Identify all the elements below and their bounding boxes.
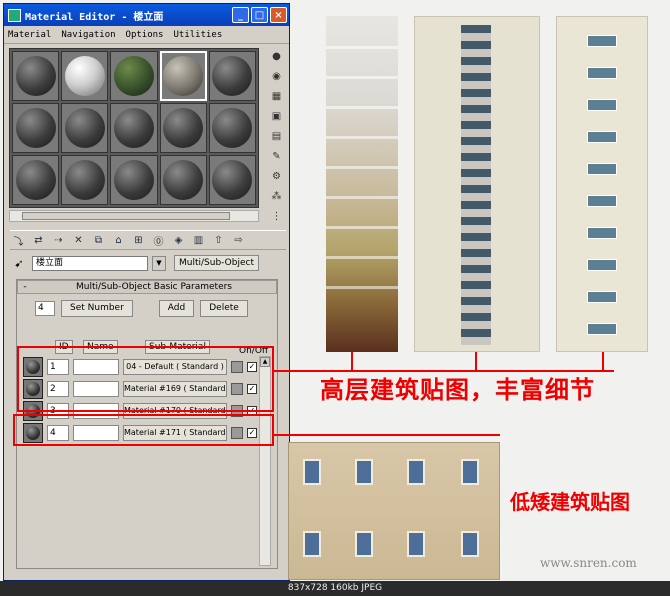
assign-to-selection-icon[interactable]: ⇢ [50, 232, 67, 249]
material-id-icon[interactable]: ⓪ [150, 232, 167, 249]
sphere-icon [64, 108, 105, 148]
material-type-button[interactable]: Multi/Sub-Object [174, 255, 259, 271]
rollout-header[interactable]: - Multi/Sub-Object Basic Parameters [17, 280, 277, 294]
slots-scrollbar[interactable] [9, 210, 259, 222]
menu-utilities[interactable]: Utilities [173, 30, 222, 40]
sphere-icon [113, 56, 154, 96]
sample-slot[interactable] [208, 155, 256, 205]
app-icon [8, 8, 21, 22]
sphere-icon [212, 160, 253, 200]
highlight-rows-1-3 [17, 346, 274, 412]
sphere-icon [113, 108, 154, 148]
caption-lowrise: 低矮建筑贴图 [510, 490, 630, 514]
sphere-icon [212, 108, 253, 148]
sphere-icon [64, 56, 105, 96]
sphere-icon [163, 108, 204, 148]
chevron-down-icon[interactable]: ▼ [152, 255, 166, 271]
texture-highrise-colored [326, 16, 398, 352]
set-number-button[interactable]: Set Number [61, 300, 133, 317]
material-editor-window: Material Editor - 楼立面 _ □ × Material Nav… [3, 3, 290, 581]
sphere-icon [212, 56, 253, 96]
window-column [461, 25, 491, 345]
maximize-button[interactable]: □ [251, 7, 268, 23]
make-preview-icon[interactable]: ✎ [268, 148, 285, 165]
add-button[interactable]: Add [158, 300, 195, 317]
menu-navigation[interactable]: Navigation [61, 30, 115, 40]
material-navigator-icon[interactable]: ⋮ [268, 208, 285, 225]
options-icon[interactable]: ⚙ [268, 168, 285, 185]
collapse-toggle[interactable]: - [18, 282, 32, 292]
close-button[interactable]: × [270, 7, 287, 23]
annotation-tick [351, 352, 353, 370]
sample-slot[interactable] [12, 103, 60, 153]
pick-material-icon[interactable]: ➹ [10, 257, 28, 270]
get-material-icon[interactable]: ⤵ [10, 232, 27, 249]
sample-slot[interactable] [208, 103, 256, 153]
highlight-row-4 [13, 414, 274, 446]
sample-slot[interactable] [208, 51, 256, 101]
annotation-tick [602, 352, 604, 370]
delete-button[interactable]: Delete [200, 300, 248, 317]
sample-slot[interactable] [12, 155, 60, 205]
sample-slot[interactable] [110, 155, 158, 205]
bottom-toolbar: ⤵ ⇄ ⇢ ✕ ⧉ ⌂ ⊞ ⓪ ◈ ▥ ⇧ ⇨ [10, 230, 286, 250]
count-controls: 4 Set Number Add Delete [35, 300, 248, 317]
caption-highrise: 高层建筑贴图，丰富细节 [320, 376, 595, 404]
sample-slot[interactable] [61, 155, 109, 205]
video-check-icon[interactable]: ▤ [268, 128, 285, 145]
put-to-library-icon[interactable]: ⊞ [130, 232, 147, 249]
uv-tiling-icon[interactable]: ▣ [268, 108, 285, 125]
screenshot: Material Editor - 楼立面 _ □ × Material Nav… [0, 0, 670, 596]
sphere-icon [163, 160, 204, 200]
sample-slot[interactable] [61, 51, 109, 101]
sphere-icon [64, 160, 105, 200]
menu-bar: Material Navigation Options Utilities [4, 26, 289, 44]
sub-count-field[interactable]: 4 [35, 301, 55, 316]
sphere-icon [15, 108, 56, 148]
sample-slot[interactable] [159, 103, 207, 153]
title-bar[interactable]: Material Editor - 楼立面 _ □ × [4, 4, 289, 26]
select-by-material-icon[interactable]: ⁂ [268, 188, 285, 205]
background-icon[interactable]: ▦ [268, 88, 285, 105]
sphere-icon [15, 160, 56, 200]
rollout-title: Multi/Sub-Object Basic Parameters [75, 282, 233, 292]
go-to-parent-icon[interactable]: ⇧ [210, 232, 227, 249]
sphere-icon [113, 160, 154, 200]
image-info-bar: 837x728 160kb JPEG [0, 581, 670, 596]
sample-slot-active[interactable] [159, 51, 207, 101]
make-copy-icon[interactable]: ⧉ [90, 232, 107, 249]
sample-type-icon[interactable]: ● [268, 48, 285, 65]
sample-slot[interactable] [12, 51, 60, 101]
material-name-input[interactable]: 楼立面 [32, 255, 148, 271]
annotation-line-low [274, 434, 500, 436]
annotation-tick [475, 352, 477, 370]
sample-slot[interactable] [61, 103, 109, 153]
go-forward-icon[interactable]: ⇨ [230, 232, 247, 249]
show-end-result-icon[interactable]: ▥ [190, 232, 207, 249]
texture-highrise-windows [556, 16, 648, 352]
sample-slot[interactable] [110, 51, 158, 101]
side-toolbar: ● ◉ ▦ ▣ ▤ ✎ ⚙ ⁂ ⋮ [268, 48, 288, 225]
sphere-icon [15, 56, 56, 96]
make-unique-icon[interactable]: ⌂ [110, 232, 127, 249]
sample-slot[interactable] [110, 103, 158, 153]
minimize-button[interactable]: _ [232, 7, 249, 23]
backlight-icon[interactable]: ◉ [268, 68, 285, 85]
scroll-thumb[interactable] [22, 212, 230, 220]
window-title: Material Editor - 楼立面 [25, 11, 164, 23]
sample-slots [9, 48, 259, 208]
material-name-row: ➹ 楼立面 ▼ Multi/Sub-Object [10, 254, 286, 272]
menu-options[interactable]: Options [126, 30, 164, 40]
sample-slot[interactable] [159, 155, 207, 205]
reset-icon[interactable]: ✕ [70, 232, 87, 249]
put-to-scene-icon[interactable]: ⇄ [30, 232, 47, 249]
sphere-icon [163, 56, 204, 96]
watermark: www.snren.com [540, 556, 637, 570]
menu-material[interactable]: Material [8, 30, 51, 40]
show-map-icon[interactable]: ◈ [170, 232, 187, 249]
texture-lowrise [288, 442, 500, 580]
texture-highrise-glass [414, 16, 540, 352]
